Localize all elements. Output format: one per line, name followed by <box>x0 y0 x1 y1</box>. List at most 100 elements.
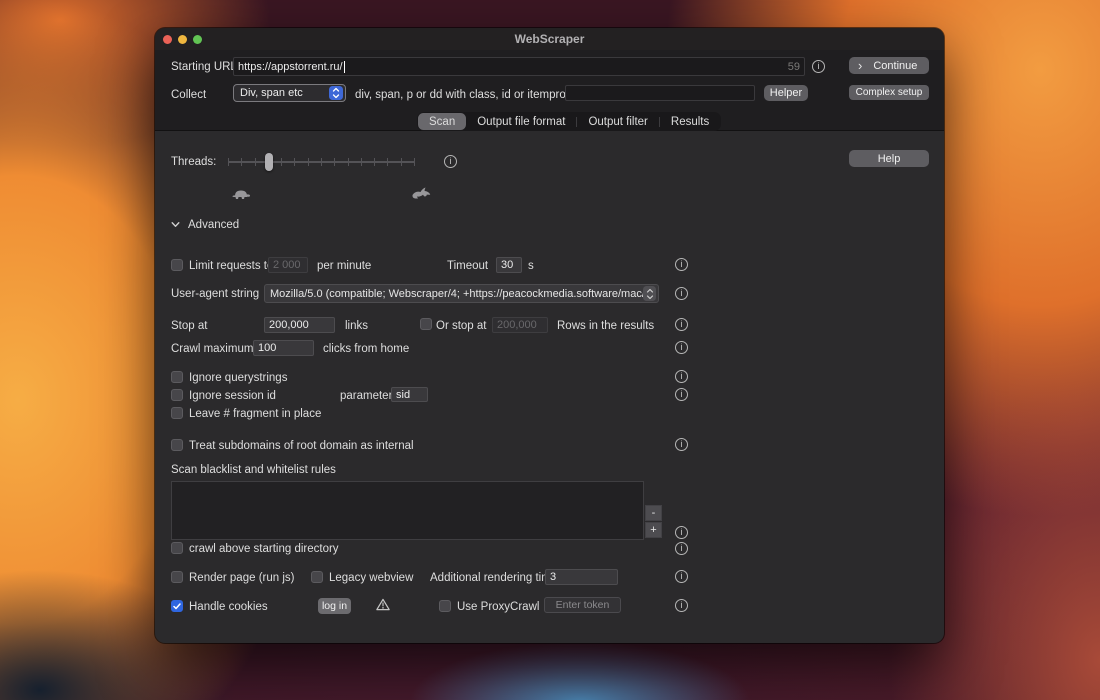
ignore-querystrings-label: Ignore querystrings <box>189 372 288 384</box>
info-icon[interactable]: i <box>675 542 688 555</box>
leave-fragment-label: Leave # fragment in place <box>189 408 322 420</box>
rows-in-results-label: Rows in the results <box>557 320 655 332</box>
crawl-above-label: crawl above starting directory <box>189 543 339 555</box>
treat-subdomains-label: Treat subdomains of root domain as inter… <box>189 440 414 452</box>
info-icon[interactable]: i <box>675 388 688 401</box>
continue-button[interactable]: › Continue <box>849 57 929 74</box>
crawl-above-checkbox[interactable] <box>171 542 183 554</box>
threads-label: Threads: <box>171 156 217 168</box>
window-titlebar[interactable]: WebScraper <box>155 28 944 50</box>
threads-slider[interactable] <box>228 153 415 171</box>
collect-selector-input[interactable] <box>565 85 755 101</box>
info-icon[interactable]: i <box>675 599 688 612</box>
stop-at-label: Stop at <box>171 320 208 332</box>
ignore-session-id-label: Ignore session id <box>189 390 276 402</box>
legacy-webview-checkbox[interactable] <box>311 571 323 583</box>
links-label: links <box>345 320 369 332</box>
info-icon[interactable]: i <box>812 60 825 73</box>
limit-requests-input[interactable]: 2 000 <box>268 257 308 273</box>
limit-requests-label: Limit requests to <box>189 260 274 272</box>
timeout-unit-label: s <box>528 260 534 272</box>
user-agent-value: Mozilla/5.0 (compatible; Webscraper/4; +… <box>270 287 643 300</box>
legacy-webview-label: Legacy webview <box>329 572 414 584</box>
session-parameter-input[interactable]: sid <box>391 387 428 402</box>
render-page-label: Render page (run js) <box>189 572 295 584</box>
tortoise-icon <box>231 188 251 202</box>
clicks-from-home-label: clicks from home <box>323 343 410 355</box>
crawl-maximum-input[interactable]: 100 <box>253 340 314 356</box>
additional-rendering-label: Additional rendering time: <box>430 572 561 584</box>
leave-fragment-checkbox[interactable] <box>171 407 183 419</box>
handle-cookies-label: Handle cookies <box>189 601 268 613</box>
tab-output-filter[interactable]: Output filter <box>577 113 658 130</box>
helper-button[interactable]: Helper <box>764 85 808 101</box>
starting-url-label: Starting URL <box>171 61 237 73</box>
info-icon[interactable]: i <box>675 526 688 539</box>
add-rule-button[interactable]: + <box>645 522 662 538</box>
text-caret <box>343 60 345 73</box>
tab-results[interactable]: Results <box>660 113 720 130</box>
additional-rendering-input[interactable]: 3 <box>545 569 618 585</box>
webscraper-window: WebScraper Starting URL https://appstorr… <box>155 28 944 643</box>
info-icon[interactable]: i <box>675 287 688 300</box>
or-stop-at-checkbox[interactable] <box>420 318 432 330</box>
complex-setup-button[interactable]: Complex setup <box>849 85 929 100</box>
tab-bar: Scan Output file format Output filter Re… <box>417 112 722 131</box>
user-agent-label: User-agent string <box>171 288 260 300</box>
disclosure-chevron-icon[interactable] <box>171 220 180 229</box>
hare-icon <box>411 186 431 200</box>
info-icon[interactable]: i <box>444 155 457 168</box>
popup-stepper-icon <box>329 86 343 100</box>
window-title: WebScraper <box>514 32 585 46</box>
collect-hint-label: div, span, p or dd with class, id or ite… <box>355 89 576 101</box>
limit-requests-checkbox[interactable] <box>171 259 183 271</box>
use-proxycrawl-label: Use ProxyCrawl <box>457 601 540 613</box>
treat-subdomains-checkbox[interactable] <box>171 439 183 451</box>
collect-dropdown-value: Div, span etc <box>240 87 303 99</box>
close-button[interactable] <box>163 34 172 44</box>
url-char-counter: 59 <box>787 60 800 73</box>
info-icon[interactable]: i <box>675 341 688 354</box>
ignore-querystrings-checkbox[interactable] <box>171 371 183 383</box>
log-in-button[interactable]: log in <box>318 598 351 614</box>
use-proxycrawl-checkbox[interactable] <box>439 600 451 612</box>
starting-url-input[interactable]: https://appstorrent.ru/ 59 <box>233 57 805 76</box>
collect-label: Collect <box>171 89 207 101</box>
handle-cookies-checkbox[interactable] <box>171 600 183 612</box>
info-icon[interactable]: i <box>675 370 688 383</box>
tab-scan[interactable]: Scan <box>418 113 467 130</box>
slider-thumb[interactable] <box>265 153 273 171</box>
token-input[interactable]: Enter token <box>544 597 621 613</box>
zoom-button[interactable] <box>193 34 202 44</box>
per-minute-label: per minute <box>317 260 372 272</box>
info-icon[interactable]: i <box>675 570 688 583</box>
info-icon[interactable]: i <box>675 318 688 331</box>
crawl-maximum-label: Crawl maximum <box>171 343 254 355</box>
checkmark-icon <box>173 602 181 609</box>
collect-dropdown[interactable]: Div, span etc <box>233 84 346 102</box>
tab-output-file-format[interactable]: Output file format <box>466 113 576 130</box>
or-stop-at-label: Or stop at <box>436 320 487 332</box>
parameter-label: parameter <box>340 390 393 402</box>
starting-url-value: https://appstorrent.ru/ <box>238 60 343 73</box>
ignore-session-id-checkbox[interactable] <box>171 389 183 401</box>
chevron-right-icon: › <box>858 58 863 73</box>
info-icon[interactable]: i <box>675 258 688 271</box>
or-stop-at-input[interactable]: 200,000 <box>492 317 548 333</box>
timeout-label: Timeout <box>447 260 489 272</box>
desktop-wallpaper: WebScraper Starting URL https://appstorr… <box>0 0 1100 700</box>
timeout-input[interactable]: 30 <box>496 257 522 273</box>
blacklist-rules-textarea[interactable] <box>171 481 644 540</box>
blacklist-rules-label: Scan blacklist and whitelist rules <box>171 464 336 476</box>
warning-icon <box>376 598 390 611</box>
help-button[interactable]: Help <box>849 150 929 167</box>
traffic-lights <box>155 34 202 44</box>
render-page-checkbox[interactable] <box>171 571 183 583</box>
info-icon[interactable]: i <box>675 438 688 451</box>
user-agent-combo[interactable]: Mozilla/5.0 (compatible; Webscraper/4; +… <box>264 284 659 303</box>
advanced-disclosure-label[interactable]: Advanced <box>188 218 239 232</box>
stop-at-input[interactable]: 200,000 <box>264 317 335 333</box>
remove-rule-button[interactable]: - <box>645 505 662 521</box>
minimize-button[interactable] <box>178 34 187 44</box>
combo-stepper-icon <box>643 286 656 301</box>
